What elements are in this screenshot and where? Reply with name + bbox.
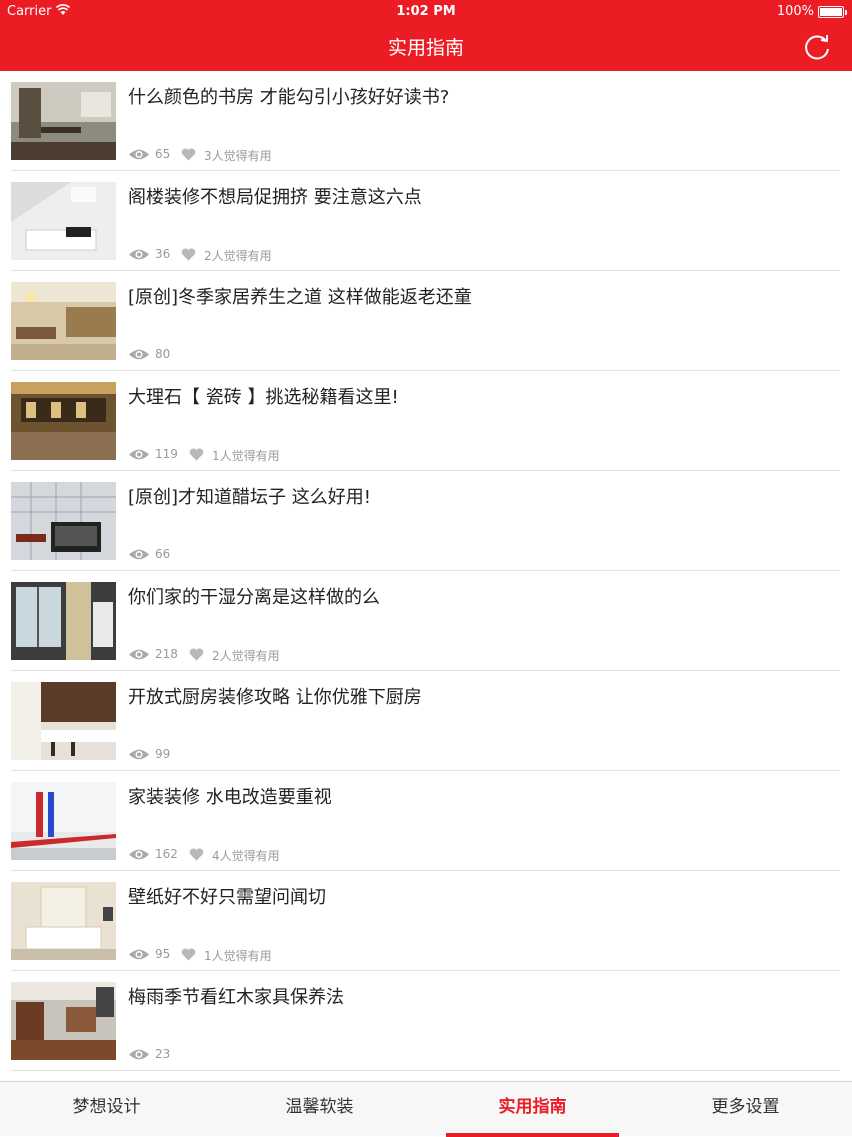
- tab-bar: 梦想设计 温馨软装 实用指南 更多设置: [0, 1081, 852, 1137]
- status-bar: Carrier 1:02 PM 100%: [0, 0, 852, 24]
- tab-label: 梦想设计: [72, 1097, 141, 1117]
- eye-icon: [129, 1049, 149, 1060]
- refresh-icon[interactable]: [802, 32, 832, 62]
- article-title: 壁纸好不好只需望问闻切: [128, 887, 326, 908]
- article-thumbnail: [11, 182, 116, 260]
- article-thumbnail: [11, 682, 116, 760]
- eye-icon: [129, 749, 149, 760]
- article-thumbnail: [11, 82, 116, 160]
- eye-icon: [129, 349, 149, 360]
- list-item[interactable]: 家装装修 水电改造要重视 162 4人觉得有用: [11, 771, 840, 871]
- view-count: 119: [155, 447, 178, 461]
- article-thumbnail: [11, 482, 116, 560]
- article-title: 大理石【 瓷砖 】挑选秘籍看这里!: [128, 387, 399, 408]
- page-title: 实用指南: [387, 37, 464, 59]
- tab-label: 更多设置: [711, 1097, 780, 1117]
- tab-4[interactable]: 更多设置: [639, 1082, 852, 1137]
- battery-percent: 100%: [776, 4, 814, 19]
- heart-icon: [181, 148, 196, 161]
- heart-icon: [189, 848, 204, 861]
- clock: 1:02 PM: [396, 4, 456, 19]
- article-thumbnail: [11, 882, 116, 960]
- article-thumbnail: [11, 982, 116, 1060]
- active-tab-indicator: [446, 1133, 619, 1137]
- eye-icon: [129, 249, 149, 260]
- list-item[interactable]: 大理石【 瓷砖 】挑选秘籍看这里! 119 1人觉得有用: [11, 371, 840, 471]
- list-item[interactable]: 梅雨季节看红木家具保养法 23: [11, 971, 840, 1071]
- useful-count: 1人觉得有用: [204, 949, 272, 963]
- eye-icon: [129, 549, 149, 560]
- heart-icon: [181, 248, 196, 261]
- eye-icon: [129, 649, 149, 660]
- view-count: 95: [155, 947, 171, 961]
- list-item[interactable]: 你们家的干湿分离是这样做的么 218 2人觉得有用: [11, 571, 840, 671]
- battery-icon: [818, 6, 847, 18]
- eye-icon: [129, 449, 149, 460]
- eye-icon: [129, 949, 149, 960]
- article-thumbnail: [11, 582, 116, 660]
- view-count: 66: [155, 547, 171, 561]
- view-count: 162: [155, 847, 178, 861]
- view-count: 36: [155, 247, 171, 261]
- view-count: 65: [155, 147, 171, 161]
- heart-icon: [181, 948, 196, 961]
- useful-count: 2人觉得有用: [212, 649, 280, 663]
- view-count: 23: [155, 1047, 171, 1061]
- article-title: 梅雨季节看红木家具保养法: [128, 987, 344, 1008]
- view-count: 218: [155, 647, 178, 661]
- tab-1[interactable]: 梦想设计: [0, 1082, 213, 1137]
- useful-count: 3人觉得有用: [204, 149, 272, 163]
- article-title: 你们家的干湿分离是这样做的么: [128, 587, 380, 608]
- tab-label: 温馨软装: [285, 1097, 354, 1117]
- useful-count: 4人觉得有用: [212, 849, 280, 863]
- list-item[interactable]: [原创]冬季家居养生之道 这样做能返老还童 80: [11, 271, 840, 371]
- list-item[interactable]: 阁楼装修不想局促拥挤 要注意这六点 36 2人觉得有用: [11, 171, 840, 271]
- list-item[interactable]: 什么颜色的书房 才能勾引小孩好好读书? 65 3人觉得有用: [11, 71, 840, 171]
- eye-icon: [129, 849, 149, 860]
- article-title: 家装装修 水电改造要重视: [128, 787, 332, 808]
- article-title: 阁楼装修不想局促拥挤 要注意这六点: [128, 187, 422, 208]
- article-thumbnail: [11, 282, 116, 360]
- article-title: 开放式厨房装修攻略 让你优雅下厨房: [128, 687, 422, 708]
- article-thumbnail: [11, 782, 116, 860]
- article-title: [原创]冬季家居养生之道 这样做能返老还童: [128, 287, 472, 308]
- article-title: [原创]才知道醋坛子 这么好用!: [128, 487, 371, 508]
- useful-count: 2人觉得有用: [204, 249, 272, 263]
- nav-header: Carrier 1:02 PM 100% 实用指南: [0, 0, 852, 71]
- tab-label: 实用指南: [498, 1097, 567, 1117]
- useful-count: 1人觉得有用: [212, 449, 280, 463]
- list-item[interactable]: 壁纸好不好只需望问闻切 95 1人觉得有用: [11, 871, 840, 971]
- eye-icon: [129, 149, 149, 160]
- view-count: 99: [155, 747, 171, 761]
- list-item[interactable]: [原创]才知道醋坛子 这么好用! 66: [11, 471, 840, 571]
- heart-icon: [189, 648, 204, 661]
- heart-icon: [189, 448, 204, 461]
- list-item[interactable]: 开放式厨房装修攻略 让你优雅下厨房 99: [11, 671, 840, 771]
- article-thumbnail: [11, 382, 116, 460]
- tab-3[interactable]: 实用指南: [426, 1082, 639, 1137]
- article-title: 什么颜色的书房 才能勾引小孩好好读书?: [128, 87, 450, 108]
- tab-2[interactable]: 温馨软装: [213, 1082, 426, 1137]
- article-list[interactable]: 什么颜色的书房 才能勾引小孩好好读书? 65 3人觉得有用阁楼装修不想局促拥挤 要注…: [0, 71, 852, 1081]
- view-count: 80: [155, 347, 171, 361]
